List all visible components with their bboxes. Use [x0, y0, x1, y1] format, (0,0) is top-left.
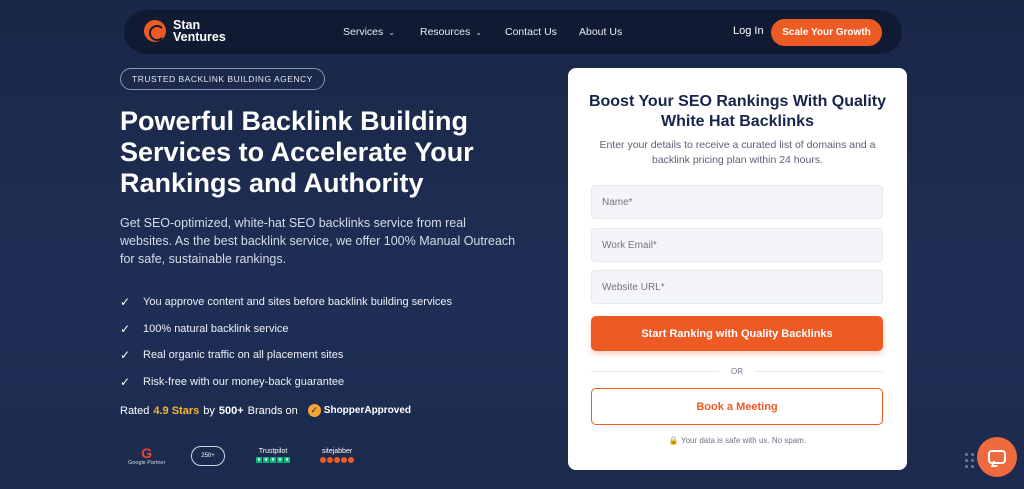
google-icon: G: [141, 445, 153, 461]
hero-title: Powerful Backlink Building Services to A…: [120, 106, 474, 198]
privacy-note-text: Your data is safe with us. No spam.: [680, 436, 807, 445]
sitejabber-label: sitejabber: [321, 448, 353, 455]
trustpilot-badge: Trustpilot ★ ★ ★ ★ ★: [256, 448, 290, 463]
hero-subtitle: Get SEO-optimized, white-hat SEO backlin…: [120, 216, 516, 266]
lock-icon: 🔒: [668, 436, 679, 445]
rating-line: Rated 4.9 Stars by 500+ Brands on ✓ Shop…: [120, 404, 411, 417]
brand-line-2: Ventures: [173, 30, 226, 44]
scale-growth-button[interactable]: Scale Your Growth: [771, 19, 882, 46]
chevron-down-icon: ⌄: [388, 27, 395, 37]
nav-services-label: Services: [343, 26, 384, 38]
privacy-note: 🔒 Your data is safe with us. No spam.: [568, 436, 907, 445]
shopper-approved-badge[interactable]: ✓ ShopperApproved: [307, 404, 412, 417]
benefits-list: ✓ You approve content and sites before b…: [120, 289, 452, 395]
divider-line: [591, 370, 719, 372]
rated-by: by: [203, 404, 215, 417]
chat-bubble-icon: [988, 450, 1006, 464]
chat-button[interactable]: [977, 437, 1017, 477]
nav-resources-label: Resources: [420, 26, 471, 38]
or-label: OR: [731, 366, 743, 376]
list-item: ✓ Real organic traffic on all placement …: [120, 342, 452, 369]
clutch-badge: 250+: [191, 446, 225, 466]
benefit-text: Risk-free with our money-back guarantee: [143, 375, 345, 388]
benefit-text: Real organic traffic on all placement si…: [143, 349, 344, 362]
benefit-text: You approve content and sites before bac…: [143, 296, 453, 309]
or-divider: OR: [591, 365, 883, 377]
chevron-down-icon: ⌄: [475, 27, 482, 37]
form-subtitle: Enter your details to receive a curated …: [599, 139, 876, 166]
check-icon: ✓: [120, 348, 131, 363]
shopper-approved-label: ShopperApproved: [323, 405, 412, 416]
rated-suffix: Brands on: [247, 404, 298, 417]
google-partner-badge: G Google Partner: [128, 446, 165, 466]
website-url-field[interactable]: [591, 270, 883, 304]
drag-handle-icon[interactable]: [965, 453, 974, 468]
brands-count: 500+: [218, 404, 244, 417]
logo-mark-icon: [144, 20, 166, 42]
login-link[interactable]: Log In: [733, 25, 764, 37]
start-ranking-button[interactable]: Start Ranking with Quality Backlinks: [591, 316, 883, 351]
shopper-approved-icon: ✓: [307, 404, 321, 417]
check-icon: ✓: [120, 374, 131, 389]
nav-services[interactable]: Services ⌄: [343, 26, 395, 38]
divider-line: [755, 370, 883, 372]
nav-about[interactable]: About Us: [579, 26, 622, 38]
lead-form-card: Boost Your SEO Rankings With Quality Whi…: [568, 68, 907, 470]
check-icon: ✓: [120, 295, 131, 310]
name-field[interactable]: [591, 185, 883, 219]
list-item: ✓ Risk-free with our money-back guarante…: [120, 369, 452, 396]
list-item: ✓ 100% natural backlink service: [120, 316, 452, 343]
brand-logo[interactable]: Stan Ventures: [144, 19, 226, 43]
book-meeting-button[interactable]: Book a Meeting: [591, 388, 883, 425]
trustpilot-stars-icon: ★ ★ ★ ★ ★: [256, 457, 290, 463]
top-navbar: Stan Ventures Services ⌄ Resources ⌄ Con…: [124, 10, 902, 54]
benefit-text: 100% natural backlink service: [143, 322, 289, 335]
sitejabber-badge: sitejabber: [320, 448, 354, 463]
form-title: Boost Your SEO Rankings With Quality Whi…: [588, 93, 887, 130]
check-icon: ✓: [120, 321, 131, 336]
list-item: ✓ You approve content and sites before b…: [120, 289, 452, 316]
nav-contact[interactable]: Contact Us: [505, 26, 557, 38]
wreath-icon: 250+: [191, 446, 225, 466]
brand-name: Stan Ventures: [173, 19, 226, 44]
nav-resources[interactable]: Resources ⌄: [420, 26, 482, 38]
trustpilot-label: Trustpilot: [258, 448, 288, 455]
rating-stars-value: 4.9 Stars: [153, 404, 200, 417]
email-field[interactable]: [591, 228, 883, 262]
sitejabber-stars-icon: [320, 457, 354, 463]
clutch-count: 250+: [201, 453, 215, 459]
agency-badge: TRUSTED BACKLINK BUILDING AGENCY: [120, 68, 325, 90]
rated-prefix: Rated: [120, 404, 150, 417]
google-partner-label: Google Partner: [128, 460, 166, 466]
